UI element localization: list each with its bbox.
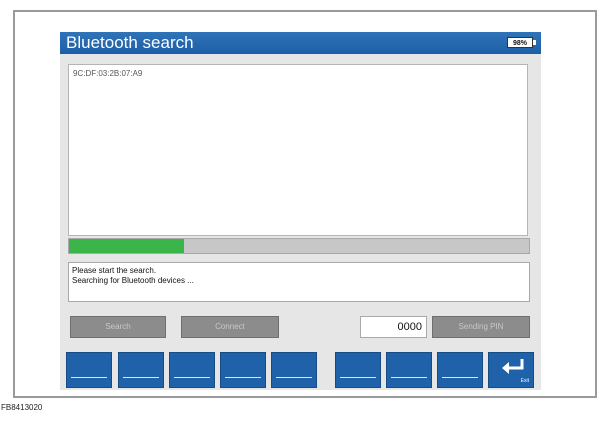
key-underline <box>442 377 478 378</box>
status-box: Please start the search. Searching for B… <box>68 262 530 302</box>
key-underline <box>391 377 427 378</box>
connect-button[interactable]: Connect <box>181 316 279 338</box>
function-key-7[interactable] <box>386 352 432 388</box>
pin-field[interactable]: 0000 <box>360 316 427 338</box>
return-arrow-icon <box>502 359 524 374</box>
status-line: Please start the search. <box>72 266 157 275</box>
function-key-5[interactable] <box>271 352 317 388</box>
window-title: Bluetooth search <box>66 33 194 52</box>
progress-fill <box>69 239 184 253</box>
title-bar: Bluetooth search 98% <box>60 32 541 54</box>
status-line: Searching for Bluetooth devices ... <box>72 276 194 285</box>
function-key-1[interactable] <box>66 352 112 388</box>
key-underline <box>225 377 261 378</box>
search-button[interactable]: Search <box>70 316 166 338</box>
key-underline <box>174 377 210 378</box>
key-underline <box>71 377 107 378</box>
function-key-3[interactable] <box>169 352 215 388</box>
function-key-8[interactable] <box>437 352 483 388</box>
key-underline <box>340 377 376 378</box>
function-key-2[interactable] <box>118 352 164 388</box>
progress-bar <box>68 238 530 254</box>
exit-button[interactable]: Exit <box>488 352 534 388</box>
key-underline <box>276 377 312 378</box>
send-pin-button[interactable]: Sending PIN <box>432 316 530 338</box>
device-list[interactable]: 9C:DF:03:2B:07:A9 <box>68 64 528 236</box>
battery-tip <box>533 40 536 45</box>
list-item[interactable]: 9C:DF:03:2B:07:A9 <box>73 69 142 78</box>
exit-label: Exit <box>520 378 529 384</box>
device-screen: Bluetooth search 98% 9C:DF:03:2B:07:A9 P… <box>60 32 541 390</box>
function-key-4[interactable] <box>220 352 266 388</box>
key-underline <box>123 377 159 378</box>
figure-id: FB8413020 <box>1 403 43 412</box>
battery-indicator: 98% <box>507 37 533 48</box>
function-key-6[interactable] <box>335 352 381 388</box>
